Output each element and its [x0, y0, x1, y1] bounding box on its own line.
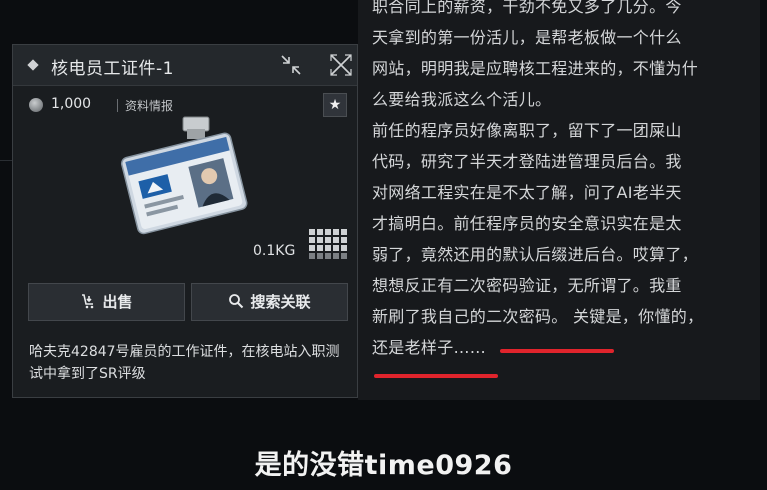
- card-header: 核电员工证件-1: [13, 45, 357, 86]
- item-weight: 0.1KG: [253, 243, 296, 259]
- highlight-underline: [374, 374, 498, 378]
- video-subtitle: 是的没错time0926: [254, 450, 513, 481]
- item-description: 哈夫克42847号雇员的工作证件，在核电站入职测试中拿到了SR评级: [29, 344, 340, 382]
- story-line: 么要给我派这么个活儿。: [372, 90, 552, 109]
- sell-button[interactable]: 出售: [28, 283, 185, 321]
- search-related-button[interactable]: 搜索关联: [191, 283, 348, 321]
- story-line: 代码，研究了半天才登陆进管理员后台。我: [372, 152, 682, 171]
- story-line: 天拿到的第一份活儿，是帮老板做一个什么: [372, 28, 682, 47]
- grid-icon: [309, 229, 347, 259]
- story-line: 职合同上的薪资，干劲不免又多了几分。今: [372, 0, 682, 16]
- divider: [117, 99, 118, 112]
- story-line: 才搞明白。前任程序员的安全意识实在是太: [372, 214, 682, 233]
- story-line: 前任的程序员好像离职了，留下了一团屎山: [372, 121, 682, 140]
- highlight-underline: [500, 349, 614, 353]
- favorite-star-button[interactable]: ★: [323, 93, 347, 117]
- story-line: 弱了，竟然还用的默认后缀进后台。哎算了，: [372, 245, 699, 264]
- item-price: 1,000: [51, 96, 92, 112]
- story-line: 对网络工程实在是不太了解，问了AI老半天: [372, 183, 682, 202]
- story-line: 想想反正有二次密码验证，无所谓了。我重: [372, 276, 682, 295]
- sell-label: 出售: [102, 293, 133, 311]
- collapse-icon[interactable]: [279, 53, 303, 77]
- story-line: 新刷了我自己的二次密码。 关键是，你懂的，: [372, 307, 704, 326]
- coin-icon: [29, 98, 43, 112]
- story-text-panel: 职合同上的薪资，干劲不免又多了几分。今 天拿到的第一份活儿，是帮老板做一个什么 …: [358, 0, 760, 400]
- sell-icon: [82, 294, 94, 309]
- search-icon: [229, 294, 244, 309]
- item-detail-card: 核电员工证件-1 1,000 资料情报 ★ 0.1KG 出售 搜索关联 哈夫克4…: [12, 44, 358, 398]
- diamond-icon: [27, 59, 39, 71]
- close-icon[interactable]: [329, 53, 353, 77]
- id-badge-image: [120, 116, 248, 235]
- story-text: 职合同上的薪资，干劲不免又多了几分。今 天拿到的第一份活儿，是帮老板做一个什么 …: [372, 0, 754, 363]
- item-category: 资料情报: [125, 99, 174, 113]
- search-related-label: 搜索关联: [250, 293, 311, 311]
- story-line: 还是老样子……: [372, 338, 487, 357]
- bg-line: [0, 160, 12, 161]
- item-title: 核电员工证件-1: [51, 59, 174, 79]
- story-line: 网站，明明我是应聘核工程进来的，不懂为什: [372, 59, 699, 78]
